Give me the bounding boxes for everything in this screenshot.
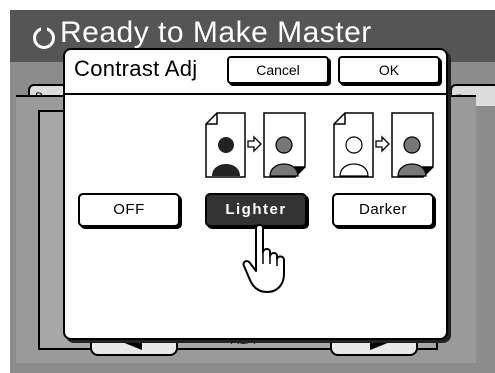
- off-option-button[interactable]: OFF: [78, 193, 180, 227]
- arrow-right-icon: [375, 135, 390, 153]
- original-document-icon: [333, 112, 374, 178]
- pointing-hand-icon: [242, 224, 285, 293]
- contrast-adj-dialog: Contrast Adj Cancel OK OFF Lighter Darke…: [63, 48, 448, 340]
- dialog-title: Contrast Adj: [74, 56, 198, 81]
- ok-button[interactable]: OK: [338, 56, 440, 84]
- dialog-header: Contrast Adj Cancel OK: [65, 50, 446, 95]
- original-document-icon: [205, 112, 246, 178]
- result-document-icon: [391, 112, 434, 178]
- cancel-button[interactable]: Cancel: [227, 56, 329, 84]
- status-text: Ready to Make Master: [60, 16, 372, 49]
- lighter-illustration: [205, 112, 306, 178]
- darker-option-button[interactable]: Darker: [332, 193, 434, 227]
- arrow-right-icon: [247, 135, 262, 153]
- status-ring-icon: [33, 25, 55, 49]
- darker-illustration: [333, 112, 434, 178]
- result-document-icon: [263, 112, 306, 178]
